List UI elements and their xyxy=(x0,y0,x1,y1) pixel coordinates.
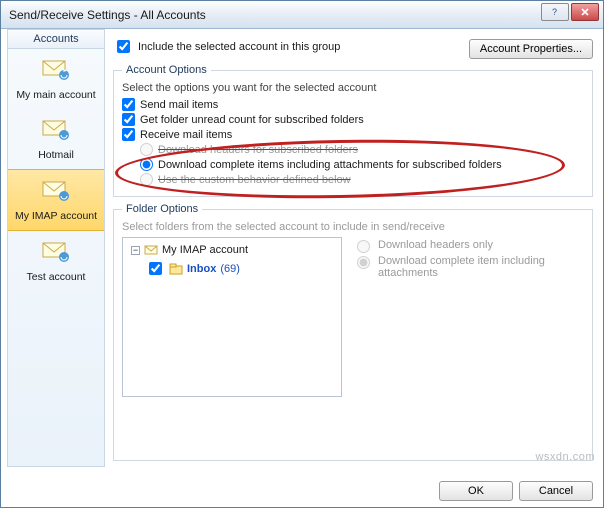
custom-behavior-radio[interactable]: Use the custom behavior defined below xyxy=(140,173,584,186)
sidebar-item-label: My IMAP account xyxy=(10,210,102,222)
download-complete-radio[interactable]: Download complete items including attach… xyxy=(140,158,584,171)
sidebar-header: Accounts xyxy=(8,30,104,49)
collapse-icon[interactable]: − xyxy=(131,246,140,255)
sidebar-item-label: My main account xyxy=(10,89,102,101)
ok-button[interactable]: OK xyxy=(439,481,513,501)
folder-download-options: Download headers only Download complete … xyxy=(352,237,584,397)
inbox-checkbox[interactable] xyxy=(149,262,162,275)
title-bar[interactable]: Send/Receive Settings - All Accounts ? xyxy=(1,1,603,29)
account-options-group: Account Options Select the options you w… xyxy=(113,64,593,197)
inbox-count: (69) xyxy=(220,263,240,275)
account-icon xyxy=(40,237,72,265)
folder-options-group: Folder Options Select folders from the s… xyxy=(113,203,593,461)
folder-options-legend: Folder Options xyxy=(122,203,202,215)
cancel-button[interactable]: Cancel xyxy=(519,481,593,501)
svg-text:?: ? xyxy=(552,7,557,17)
accounts-sidebar: Accounts My main account Hotmail My IMAP… xyxy=(7,29,105,467)
sidebar-item-hotmail[interactable]: Hotmail xyxy=(8,109,104,169)
sidebar-item-label: Hotmail xyxy=(10,149,102,161)
main-panel: Include the selected account in this gro… xyxy=(105,29,597,467)
account-options-hint: Select the options you want for the sele… xyxy=(122,82,584,94)
account-icon xyxy=(40,55,72,83)
sidebar-item-label: Test account xyxy=(10,271,102,283)
tree-root[interactable]: − My IMAP account xyxy=(131,244,333,256)
inbox-label: Inbox xyxy=(187,263,216,275)
folder-tree[interactable]: − My IMAP account Inbox (69) xyxy=(122,237,342,397)
account-icon xyxy=(40,115,72,143)
close-button[interactable] xyxy=(571,3,599,21)
sidebar-item-my-main-account[interactable]: My main account xyxy=(8,49,104,109)
include-account-checkbox[interactable]: Include the selected account in this gro… xyxy=(113,37,340,56)
folder-icon xyxy=(169,263,183,275)
unread-count-checkbox[interactable]: Get folder unread count for subscribed f… xyxy=(122,113,584,126)
include-account-input[interactable] xyxy=(117,40,130,53)
send-mail-checkbox[interactable]: Send mail items xyxy=(122,98,584,111)
dialog-window: Send/Receive Settings - All Accounts ? A… xyxy=(0,0,604,508)
folder-complete-radio: Download complete item including attachm… xyxy=(352,255,584,279)
include-account-label: Include the selected account in this gro… xyxy=(138,41,340,53)
download-headers-radio[interactable]: Download headers for subscribed folders xyxy=(140,143,584,156)
account-options-legend: Account Options xyxy=(122,64,211,76)
folder-headers-radio: Download headers only xyxy=(352,239,584,253)
sidebar-item-test-account[interactable]: Test account xyxy=(8,231,104,291)
dialog-footer: OK Cancel xyxy=(439,481,593,501)
account-properties-button[interactable]: Account Properties... xyxy=(469,39,593,59)
receive-mail-checkbox[interactable]: Receive mail items xyxy=(122,128,584,141)
tree-inbox[interactable]: Inbox (69) xyxy=(145,259,333,278)
sidebar-item-my-imap-account[interactable]: My IMAP account xyxy=(8,169,104,231)
account-icon xyxy=(40,176,72,204)
window-title: Send/Receive Settings - All Accounts xyxy=(9,8,206,22)
help-button[interactable]: ? xyxy=(541,3,569,21)
folder-options-hint: Select folders from the selected account… xyxy=(122,221,584,233)
mailbox-icon xyxy=(144,244,158,256)
tree-root-label: My IMAP account xyxy=(162,244,248,256)
